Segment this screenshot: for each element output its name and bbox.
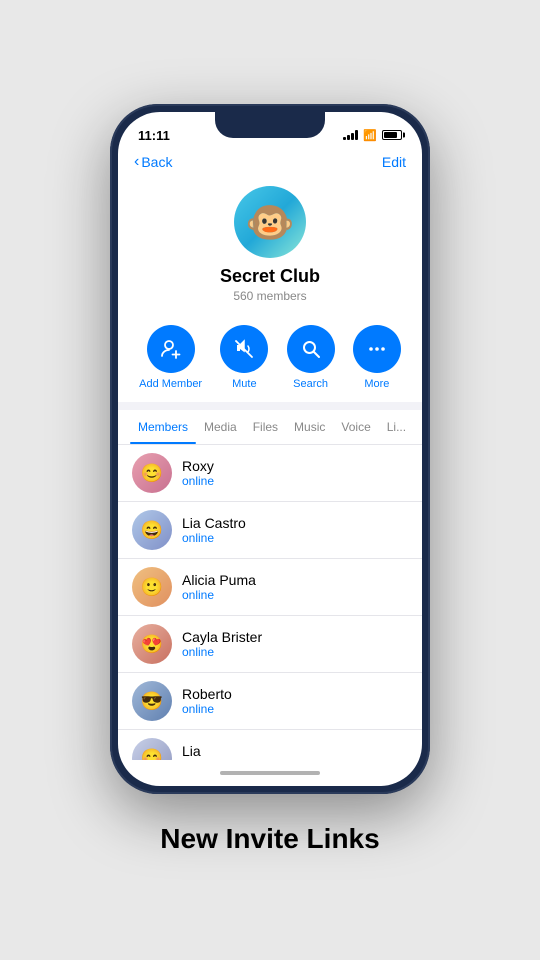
wifi-icon: 📶 (363, 129, 377, 142)
member-status: online (182, 474, 408, 488)
member-name: Lia Castro (182, 515, 408, 531)
bar2 (347, 135, 350, 140)
tab-members[interactable]: Members (130, 410, 196, 444)
signal-bars-icon (343, 130, 358, 140)
edit-button[interactable]: Edit (382, 154, 406, 170)
avatar: 😍 (132, 624, 172, 664)
page-wrapper: 11:11 📶 (0, 0, 540, 960)
back-label: Back (141, 154, 172, 170)
section-divider (118, 402, 422, 410)
group-avatar: 🐵 (234, 186, 306, 258)
add-member-button[interactable]: Add Member (139, 325, 202, 390)
member-status: online (182, 588, 408, 602)
list-item[interactable]: 😍 Cayla Brister online (118, 616, 422, 673)
notch (215, 112, 325, 138)
avatar: 😊 (132, 738, 172, 760)
member-status: online (182, 645, 408, 659)
member-name: Cayla Brister (182, 629, 408, 645)
search-icon-circle (287, 325, 335, 373)
group-avatar-emoji: 🐵 (245, 199, 295, 246)
search-label: Search (293, 378, 328, 390)
member-name: Roberto (182, 686, 408, 702)
status-time: 11:11 (138, 128, 170, 143)
mute-icon-circle (220, 325, 268, 373)
search-button[interactable]: Search (287, 325, 335, 390)
chevron-left-icon: ‹ (134, 154, 139, 170)
add-member-label: Add Member (139, 378, 202, 390)
phone-frame: 11:11 📶 (110, 104, 430, 794)
phone-inner: 11:11 📶 (118, 112, 422, 786)
tab-links[interactable]: Li... (379, 410, 414, 444)
more-button[interactable]: More (353, 325, 401, 390)
tab-voice[interactable]: Voice (333, 410, 378, 444)
list-item[interactable]: 😄 Lia Castro online (118, 502, 422, 559)
more-icon-circle (353, 325, 401, 373)
profile-section: 🐵 Secret Club 560 members (118, 178, 422, 317)
mute-icon (233, 338, 255, 360)
page-title: New Invite Links (160, 822, 379, 856)
members-list: 😊 Roxy online 😄 Lia Castro online (118, 445, 422, 760)
mute-button[interactable]: Mute (220, 325, 268, 390)
member-info: Roxy online (182, 458, 408, 488)
phone-screen: 11:11 📶 (118, 112, 422, 786)
bar1 (343, 137, 346, 140)
more-label: More (364, 378, 389, 390)
screen-content: 🐵 Secret Club 560 members (118, 178, 422, 786)
member-info: Alicia Puma online (182, 572, 408, 602)
tab-music[interactable]: Music (286, 410, 333, 444)
back-button[interactable]: ‹ Back (134, 154, 172, 170)
bar3 (351, 133, 354, 140)
avatar: 😎 (132, 681, 172, 721)
list-item[interactable]: 🙂 Alicia Puma online (118, 559, 422, 616)
nav-bar: ‹ Back Edit (118, 150, 422, 178)
mute-label: Mute (232, 378, 256, 390)
more-icon (366, 338, 388, 360)
tabs-bar: Members Media Files Music Voice Li... (118, 410, 422, 445)
battery-icon (382, 130, 402, 140)
list-item[interactable]: 😎 Roberto online (118, 673, 422, 730)
group-name: Secret Club (220, 266, 320, 287)
member-name: Lia (182, 743, 408, 759)
home-bar (220, 771, 320, 775)
member-name: Alicia Puma (182, 572, 408, 588)
tab-media[interactable]: Media (196, 410, 245, 444)
list-item[interactable]: 😊 Roxy online (118, 445, 422, 502)
avatar: 🙂 (132, 567, 172, 607)
search-icon (300, 338, 322, 360)
member-info: Lia online (182, 743, 408, 760)
member-status: online (182, 531, 408, 545)
tab-files[interactable]: Files (245, 410, 286, 444)
avatar: 😊 (132, 453, 172, 493)
list-item[interactable]: 😊 Lia online (118, 730, 422, 760)
member-name: Roxy (182, 458, 408, 474)
member-info: Cayla Brister online (182, 629, 408, 659)
avatar: 😄 (132, 510, 172, 550)
action-buttons: Add Member Mute (118, 317, 422, 402)
home-indicator (118, 760, 422, 786)
bar4 (355, 130, 358, 140)
add-member-icon-circle (147, 325, 195, 373)
member-info: Roberto online (182, 686, 408, 716)
member-status: online (182, 702, 408, 716)
member-info: Lia Castro online (182, 515, 408, 545)
add-member-icon (160, 338, 182, 360)
member-count: 560 members (233, 289, 306, 303)
battery-fill (384, 132, 397, 138)
status-icons: 📶 (343, 129, 402, 142)
